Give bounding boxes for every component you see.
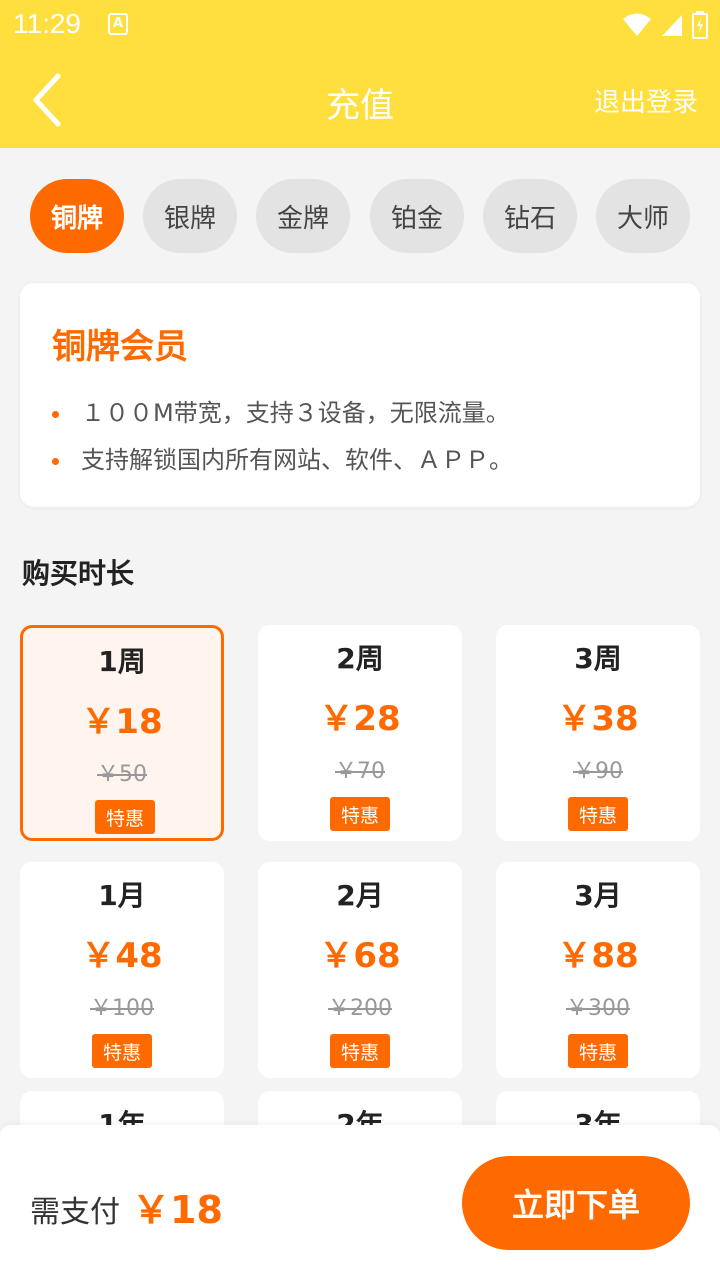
discount-badge: 特惠 (330, 797, 390, 831)
plan-original-price: ￥100 (90, 996, 154, 1021)
discount-badge: 特惠 (95, 800, 155, 834)
plan-price: ￥48 (81, 936, 163, 976)
app-header: 11:29 A 充值 退出登录 (0, 0, 720, 148)
plan-name: 2周 (336, 642, 384, 675)
plan-name: 3年 (574, 1108, 622, 1125)
tier-tab-diamond[interactable]: 钻石 (483, 179, 577, 253)
plan-name: 2年 (336, 1108, 384, 1125)
tier-tab-master[interactable]: 大师 (596, 179, 690, 253)
tier-tab-platinum[interactable]: 铂金 (370, 179, 464, 253)
plan-original-price: ￥200 (328, 996, 392, 1021)
battery-icon (692, 11, 708, 39)
tier-tab-silver[interactable]: 银牌 (143, 179, 237, 253)
plan-card-3-years[interactable]: 3年 (496, 1091, 700, 1125)
place-order-button[interactable]: 立即下单 (462, 1156, 690, 1250)
tier-tab-gold[interactable]: 金牌 (256, 179, 350, 253)
tier-tab-bronze[interactable]: 铜牌 (30, 179, 124, 253)
plan-original-price: ￥50 (97, 762, 147, 787)
plan-name: 3月 (574, 879, 622, 912)
plan-card-1-week[interactable]: 1周 ￥18 ￥50 特惠 (20, 625, 224, 841)
bullet-dot-icon (52, 410, 59, 418)
status-bar: 11:29 A (0, 0, 720, 50)
plan-name: 1月 (98, 879, 146, 912)
plan-card-2-months[interactable]: 2月 ￥68 ￥200 特惠 (258, 862, 462, 1078)
plan-price: ￥68 (319, 936, 401, 976)
plan-card-1-month[interactable]: 1月 ￥48 ￥100 特惠 (20, 862, 224, 1078)
logout-button[interactable]: 退出登录 (594, 82, 698, 119)
membership-info-card: 铜牌会员 １００M带宽，支持３设备，无限流量。 支持解锁国内所有网站、软件、ＡＰ… (20, 283, 700, 507)
discount-badge: 特惠 (568, 797, 628, 831)
plan-price: ￥28 (319, 699, 401, 739)
status-icons (622, 10, 708, 40)
plan-card-2-years[interactable]: 2年 (258, 1091, 462, 1125)
discount-badge: 特惠 (568, 1034, 628, 1068)
notification-icon: A (108, 13, 128, 35)
plan-price: ￥88 (557, 936, 639, 976)
plan-price: ￥18 (81, 702, 163, 742)
nav-bar: 充值 退出登录 (0, 50, 720, 148)
plan-card-3-months[interactable]: 3月 ￥88 ￥300 特惠 (496, 862, 700, 1078)
bullet-dot-icon (52, 457, 59, 465)
plan-original-price: ￥90 (573, 759, 623, 784)
plan-card-3-weeks[interactable]: 3周 ￥38 ￥90 特惠 (496, 625, 700, 841)
plan-name: 3周 (574, 642, 622, 675)
pay-label: 需支付 (30, 1195, 120, 1230)
discount-badge: 特惠 (92, 1034, 152, 1068)
plan-price: ￥38 (557, 699, 639, 739)
plan-card-2-weeks[interactable]: 2周 ￥28 ￥70 特惠 (258, 625, 462, 841)
discount-badge: 特惠 (330, 1034, 390, 1068)
pay-amount: ￥18 (132, 1188, 223, 1232)
plan-name: 1年 (98, 1108, 146, 1125)
tier-tabs: 铜牌 银牌 金牌 铂金 钻石 大师 (30, 179, 690, 253)
benefit-text: １００M带宽，支持３设备，无限流量。 (81, 399, 510, 427)
checkout-bar: 需支付 ￥18 立即下单 (0, 1125, 720, 1281)
membership-title: 铜牌会员 (52, 327, 188, 367)
wifi-icon (623, 13, 651, 36)
plan-card-1-year[interactable]: 1年 (20, 1091, 224, 1125)
plan-grid: 1周 ￥18 ￥50 特惠 2周 ￥28 ￥70 特惠 3周 ￥38 ￥90 特… (20, 625, 700, 1125)
benefit-item: １００M带宽，支持３设备，无限流量。 (52, 393, 510, 428)
plan-name: 2月 (336, 879, 384, 912)
plan-original-price: ￥70 (335, 759, 385, 784)
plan-name: 1周 (98, 645, 146, 678)
status-time: 11:29 (13, 8, 81, 39)
duration-section-title: 购买时长 (22, 557, 135, 590)
benefit-item: 支持解锁国内所有网站、软件、ＡＰＰ。 (52, 440, 513, 475)
benefit-text: 支持解锁国内所有网站、软件、ＡＰＰ。 (81, 446, 513, 474)
signal-icon (662, 15, 682, 36)
plan-original-price: ￥300 (566, 996, 630, 1021)
